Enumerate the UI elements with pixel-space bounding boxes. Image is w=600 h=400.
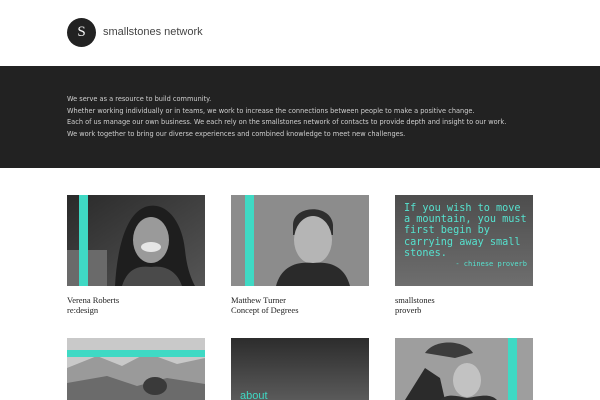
intro-line: Each of us manage our own business. We e… (67, 118, 507, 126)
verena-photo[interactable] (67, 195, 205, 286)
intro-text: We serve as a resource to build communit… (67, 94, 547, 140)
proverb-attribution: - chinese proverb (455, 260, 527, 268)
card-title[interactable]: Matthew Turner (231, 295, 299, 305)
intro-line: We serve as a resource to build communit… (67, 95, 212, 103)
card-subtitle: Concept of Degrees (231, 305, 299, 315)
landscape-image (67, 338, 205, 400)
site-header: S smallstones network (0, 0, 600, 66)
site-title-link[interactable]: smallstones network (103, 26, 203, 38)
card-title[interactable]: smallstones (395, 295, 435, 305)
card-subtitle: proverb (395, 305, 422, 315)
accent-stripe (79, 195, 88, 286)
card-caption: smallstones proverb (395, 295, 435, 315)
card-caption: Verena Roberts re:design (67, 295, 119, 315)
about-label: about (240, 390, 268, 400)
matthew-photo[interactable] (231, 195, 369, 286)
landscape-photo[interactable] (67, 338, 205, 400)
about-tile[interactable]: about (231, 338, 369, 400)
card-title[interactable]: Verena Roberts (67, 295, 119, 305)
accent-stripe (508, 338, 517, 400)
card-subtitle: re:design (67, 305, 99, 315)
proverb-image[interactable]: If you wish to move a mountain, you must… (395, 195, 533, 286)
intro-line: Whether working individually or in teams… (67, 106, 475, 115)
intro-banner: We serve as a resource to build communit… (0, 66, 600, 168)
logo-icon[interactable]: S (67, 18, 96, 47)
intro-line: We work together to bring our diverse ex… (67, 129, 406, 138)
card-caption: Matthew Turner Concept of Degrees (231, 295, 299, 315)
proverb-quote: If you wish to move a mountain, you must… (404, 203, 527, 259)
accent-stripe (67, 350, 205, 357)
accent-stripe (245, 195, 254, 286)
person-photo[interactable] (395, 338, 533, 400)
